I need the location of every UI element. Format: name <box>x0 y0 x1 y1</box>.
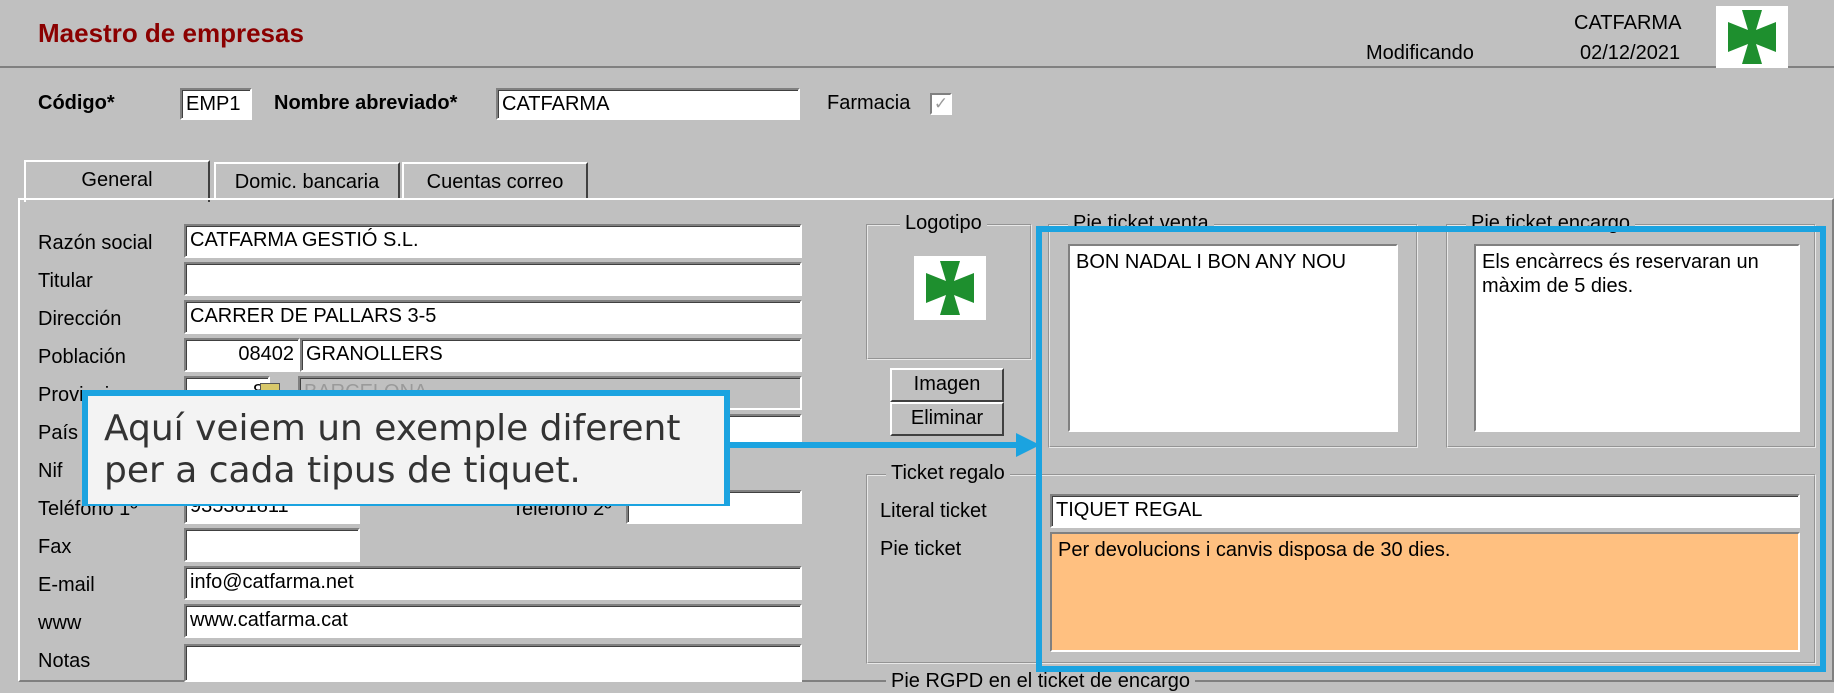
tab-general[interactable]: General <box>24 160 210 202</box>
farmacia-checkbox[interactable]: ✓ <box>930 93 952 115</box>
logo-preview-icon <box>914 256 986 320</box>
fax-field[interactable] <box>184 528 360 562</box>
pais-label: País <box>38 422 79 444</box>
highlight-box <box>1036 226 1826 672</box>
page-title: Maestro de empresas <box>38 18 304 48</box>
fax-label: Fax <box>38 536 72 558</box>
nif-label: Nif <box>38 460 63 482</box>
imagen-button[interactable]: Imagen <box>890 368 1004 402</box>
titular-label: Titular <box>38 270 93 292</box>
farmacia-label: Farmacia <box>827 92 911 114</box>
email-field[interactable]: info@catfarma.net <box>184 566 802 600</box>
mode-indicator: Modificando <box>1366 42 1474 64</box>
titular-field[interactable] <box>184 262 802 296</box>
tab-domic-bancaria[interactable]: Domic. bancaria <box>214 162 400 200</box>
poblacion-label: Población <box>38 346 126 368</box>
notas-label: Notas <box>38 650 91 672</box>
poblacion-field[interactable]: GRANOLLERS <box>300 338 802 372</box>
www-field[interactable]: www.catfarma.cat <box>184 604 802 638</box>
www-label: www <box>38 612 82 634</box>
tab-cuentas-correo[interactable]: Cuentas correo <box>402 162 588 200</box>
razon-social-label: Razón social <box>38 232 153 254</box>
green-cross-icon <box>1716 6 1788 68</box>
direccion-field[interactable]: CARRER DE PALLARS 3-5 <box>184 300 802 334</box>
codigo-field[interactable]: EMP1 <box>180 88 252 120</box>
ticket-regalo-legend: Ticket regalo <box>886 462 1010 485</box>
logotipo-legend: Logotipo <box>900 212 987 235</box>
literal-ticket-label: Literal ticket <box>880 500 987 522</box>
codigo-postal-field[interactable]: 08402 <box>184 338 300 372</box>
nombre-abreviado-label: Nombre abreviado* <box>274 92 458 114</box>
email-label: E-mail <box>38 574 95 596</box>
current-date: 02/12/2021 <box>1580 42 1681 64</box>
pie-ticket-label: Pie ticket <box>880 538 962 560</box>
nombre-abreviado-field[interactable]: CATFARMA <box>496 88 800 120</box>
codigo-label: Código* <box>38 92 115 114</box>
annotation-arrow <box>724 433 1040 457</box>
razon-social-field[interactable]: CATFARMA GESTIÓ S.L. <box>184 224 802 258</box>
notas-field[interactable] <box>184 644 802 682</box>
annotation-text: Aquí veiem un exemple diferent per a cad… <box>88 396 724 504</box>
company-name: CATFARMA <box>1574 12 1682 34</box>
direccion-label: Dirección <box>38 308 122 330</box>
annotation-callout: Aquí veiem un exemple diferent per a cad… <box>82 390 730 506</box>
